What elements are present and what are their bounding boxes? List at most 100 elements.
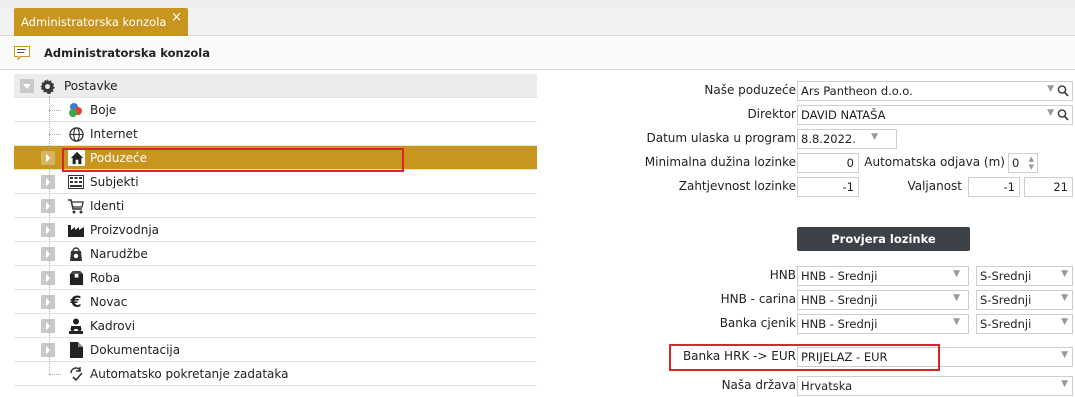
datum-ulaska-picker[interactable]: 8.8.2022. ▼ xyxy=(797,129,897,149)
hnb-carina-select[interactable]: HNB - Srednji ▼ xyxy=(797,290,969,310)
expand-icon[interactable] xyxy=(41,343,55,357)
globe-icon xyxy=(68,126,84,142)
direktor-value: DAVID NATAŠA xyxy=(801,108,886,122)
refresh-check-icon xyxy=(68,366,84,382)
document-icon xyxy=(68,342,84,358)
tree-item-proizvodnja[interactable]: Proizvodnja xyxy=(14,218,537,242)
search-icon[interactable] xyxy=(1057,108,1069,122)
expand-icon[interactable] xyxy=(41,223,55,237)
box-icon xyxy=(68,270,84,286)
valjanost-days-input[interactable]: 21 xyxy=(1024,177,1073,197)
label-auto-odjava: Automatska odjava (m) xyxy=(864,155,1005,169)
hnb-rate-select[interactable]: S-Srednji ▼ xyxy=(976,266,1073,286)
search-icon[interactable] xyxy=(1057,84,1069,98)
tree-item-subjekti[interactable]: Subjekti xyxy=(14,170,537,194)
chevron-down-icon[interactable]: ▼ xyxy=(953,293,960,303)
euro-icon: € xyxy=(70,291,82,311)
tree-connector xyxy=(49,374,61,375)
label-direktor: Direktor xyxy=(747,107,796,121)
tree-item-label: Roba xyxy=(90,270,121,285)
tree-item-label: Narudžbe xyxy=(90,246,148,261)
banka-cjenik-select[interactable]: HNB - Srednji ▼ xyxy=(797,314,969,334)
banka-cjenik-rate-value: S-Srednji xyxy=(980,317,1032,331)
tree-item-narudzbe[interactable]: Narudžbe xyxy=(14,242,537,266)
datum-ulaska-value: 8.8.2022. xyxy=(801,132,856,146)
window-titlebar: Administratorska konzola xyxy=(0,37,1075,70)
tab-label: Administratorska konzola xyxy=(21,15,167,29)
chevron-down-icon[interactable]: ▼ xyxy=(1047,84,1054,94)
tree-item-label: Boje xyxy=(90,102,117,117)
shopping-cart-icon xyxy=(68,198,84,214)
chevron-down-icon[interactable]: ▼ xyxy=(871,132,878,142)
hnb-carina-rate-select[interactable]: S-Srednji ▼ xyxy=(976,290,1073,310)
label-nasa-drzava: Naša država xyxy=(721,378,796,392)
label-hnb: HNB xyxy=(769,268,796,282)
chevron-down-icon[interactable]: ▼ xyxy=(953,317,960,327)
label-datum-ulaska: Datum ulaska u program xyxy=(646,131,796,145)
label-min-duzina: Minimalna dužina lozinke xyxy=(644,155,796,169)
order-bag-icon xyxy=(68,246,84,262)
expand-icon[interactable] xyxy=(41,175,55,189)
hnb-carina-rate-value: S-Srednji xyxy=(980,293,1032,307)
chevron-down-icon[interactable]: ▼ xyxy=(1047,108,1054,118)
chevron-down-icon[interactable]: ▼ xyxy=(1061,317,1068,327)
close-icon[interactable]: × xyxy=(171,11,182,24)
banka-cjenik-rate-select[interactable]: S-Srednji ▼ xyxy=(976,314,1073,334)
tab-strip: Administratorska konzola × xyxy=(0,0,1075,36)
min-duzina-value: 0 xyxy=(846,156,854,170)
gear-icon xyxy=(39,78,55,94)
tree-item-identi[interactable]: Identi xyxy=(14,194,537,218)
tree-item-roba[interactable]: Roba xyxy=(14,266,537,290)
people-icon xyxy=(68,318,84,334)
tree-item-kadrovi[interactable]: Kadrovi xyxy=(14,314,537,338)
chevron-down-icon[interactable]: ▼ xyxy=(1061,293,1068,303)
building-icon xyxy=(68,174,84,190)
tree-item-label: Identi xyxy=(90,198,125,213)
tree-item-label: Internet xyxy=(90,126,138,141)
label-nase-poduzece: Naše poduzeće xyxy=(704,83,796,97)
tab-administratorska-konzola[interactable]: Administratorska konzola × xyxy=(14,8,188,36)
chevron-down-icon[interactable]: ▼ xyxy=(1061,379,1068,389)
hnb-carina-value: HNB - Srednji xyxy=(801,293,878,307)
nasa-drzava-value: Hrvatska xyxy=(801,379,853,393)
hnb-rate-value: S-Srednji xyxy=(980,269,1032,283)
expand-icon[interactable] xyxy=(41,151,55,165)
tree-item-novac[interactable]: € Novac xyxy=(14,290,537,314)
collapse-icon[interactable] xyxy=(20,79,34,93)
tree-item-boje[interactable]: Boje xyxy=(14,98,537,122)
expand-icon[interactable] xyxy=(41,199,55,213)
expand-icon[interactable] xyxy=(41,271,55,285)
tree-connector xyxy=(49,110,61,111)
color-palette-icon xyxy=(68,102,84,118)
expand-icon[interactable] xyxy=(41,295,55,309)
company-settings-form: Naše poduzeće Ars Pantheon d.o.o. ▼ Dire… xyxy=(540,74,1075,397)
tree-item-dokumentacija[interactable]: Dokumentacija xyxy=(14,338,537,362)
tree-item-label: Novac xyxy=(90,294,128,309)
zahtjevnost-input[interactable]: -1 xyxy=(797,177,859,197)
tree-item-label: Proizvodnja xyxy=(90,222,160,237)
spinner-arrows-icon[interactable]: ▲ ▼ xyxy=(1029,155,1034,171)
min-duzina-input[interactable]: 0 xyxy=(797,153,859,173)
console-icon xyxy=(14,46,30,61)
expand-icon[interactable] xyxy=(41,247,55,261)
tree-item-label: Automatsko pokretanje zadataka xyxy=(90,366,289,381)
nasa-drzava-select[interactable]: Hrvatska ▼ xyxy=(797,376,1073,396)
zahtjevnost-value: -1 xyxy=(842,180,854,194)
expand-icon[interactable] xyxy=(41,319,55,333)
tree-root-postavke[interactable]: Postavke xyxy=(14,74,537,98)
provjera-lozinke-button[interactable]: Provjera lozinke xyxy=(797,227,970,251)
hnb-value: HNB - Srednji xyxy=(801,269,878,283)
nase-poduzece-select[interactable]: Ars Pantheon d.o.o. ▼ xyxy=(797,81,1073,101)
window-title: Administratorska konzola xyxy=(44,46,211,60)
tree-item-automatsko-pokretanje[interactable]: Automatsko pokretanje zadataka xyxy=(14,362,537,386)
tree-item-internet[interactable]: Internet xyxy=(14,122,537,146)
chevron-down-icon[interactable]: ▼ xyxy=(1061,269,1068,279)
tree-item-label: Subjekti xyxy=(90,174,139,189)
chevron-down-icon[interactable]: ▼ xyxy=(953,269,960,279)
chevron-down-icon[interactable]: ▼ xyxy=(1061,350,1068,360)
valjanost-input[interactable]: -1 xyxy=(968,177,1020,197)
direktor-select[interactable]: DAVID NATAŠA ▼ xyxy=(797,105,1073,125)
label-valjanost: Valjanost xyxy=(907,179,962,193)
hnb-select[interactable]: HNB - Srednji ▼ xyxy=(797,266,969,286)
auto-odjava-stepper[interactable]: 0 ▲ ▼ xyxy=(1008,153,1038,173)
